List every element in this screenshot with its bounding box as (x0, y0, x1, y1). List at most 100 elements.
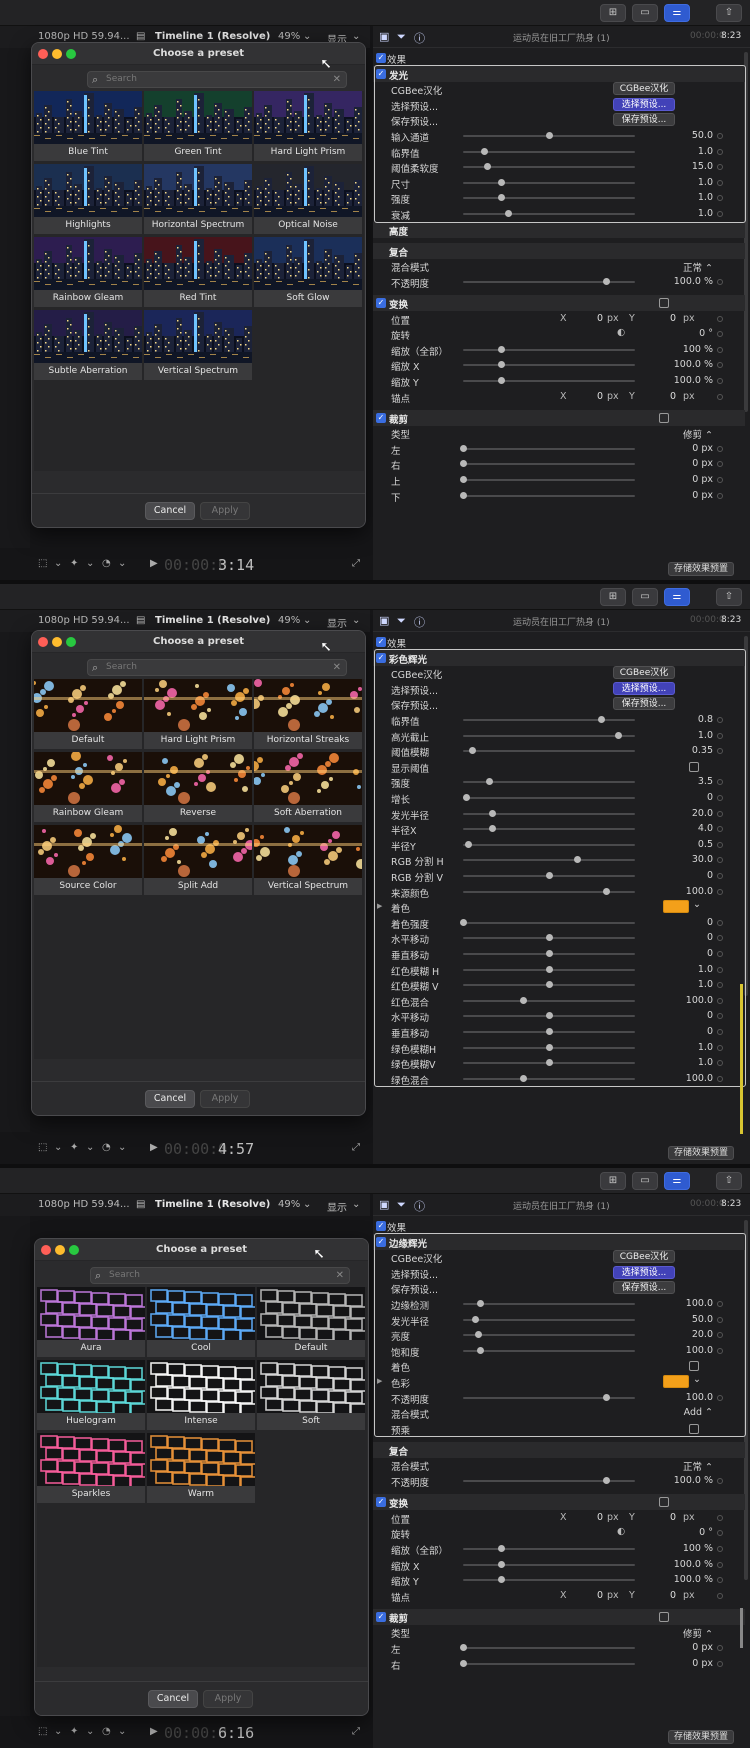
param-slider[interactable] (463, 1544, 635, 1552)
keyframe-button[interactable] (717, 1660, 723, 1667)
browser-toggle-icon[interactable]: ⊞ (600, 4, 626, 22)
close-window-button[interactable] (41, 1245, 51, 1255)
keyframe-button[interactable] (717, 1478, 723, 1485)
filter-icon[interactable]: ⏷ (397, 1198, 406, 1212)
param-slider[interactable] (460, 491, 635, 499)
filter-icon[interactable]: ⏷ (397, 30, 406, 44)
preset-tile[interactable]: Horizontal Spectrum (144, 164, 252, 234)
zoom-level[interactable]: 49% (278, 1199, 300, 1210)
param-value[interactable]: 100.0 % (674, 359, 713, 370)
enhance-menu-icon[interactable]: ⌄ (86, 558, 94, 569)
slider-knob[interactable] (497, 361, 505, 369)
y-value[interactable]: 0 (670, 391, 676, 402)
section-header[interactable]: ✓ 变换 (373, 1494, 745, 1511)
param-slider[interactable] (460, 475, 635, 483)
save-effects-preset-button[interactable]: 存储效果预置 (668, 1730, 734, 1744)
enhance-icon[interactable]: ✦ (70, 1726, 78, 1737)
close-window-button[interactable] (38, 49, 48, 59)
preset-tile[interactable]: Split Add (144, 825, 252, 895)
speed-menu-icon[interactable]: ⌄ (118, 558, 126, 569)
enhance-icon[interactable]: ✦ (70, 1142, 78, 1153)
preset-tile[interactable]: Blue Tint (34, 91, 142, 161)
param-value[interactable]: 0 px (692, 443, 713, 454)
cancel-button[interactable]: Cancel (145, 1090, 195, 1108)
enhance-menu-icon[interactable]: ⌄ (86, 1142, 94, 1153)
keyframe-button[interactable] (717, 1545, 723, 1552)
timeline-toggle-icon[interactable]: ▭ (632, 588, 658, 606)
param-value[interactable]: 0 px (692, 1658, 713, 1669)
preset-tile[interactable]: Rainbow Gleam (34, 752, 142, 822)
keyframe-button[interactable] (717, 1514, 723, 1521)
speed-menu-icon[interactable]: ⌄ (118, 1142, 126, 1153)
param-value[interactable]: 100.0 % (674, 1574, 713, 1585)
close-window-button[interactable] (38, 637, 48, 647)
save-effects-preset-button[interactable]: 存储效果预置 (668, 562, 734, 576)
param-slider[interactable] (463, 361, 635, 369)
display-menu[interactable]: 显示 (327, 1199, 347, 1214)
preset-tile[interactable]: Rainbow Gleam (34, 237, 142, 307)
x-value[interactable]: 0 (597, 1512, 603, 1523)
zoom-window-button[interactable] (69, 1245, 79, 1255)
preset-tile[interactable]: Default (257, 1287, 365, 1357)
minimize-window-button[interactable] (52, 49, 62, 59)
section-reset-icon[interactable] (659, 297, 669, 308)
apply-button[interactable]: Apply (203, 1690, 253, 1708)
preset-tile[interactable]: Aura (37, 1287, 145, 1357)
param-value[interactable]: 100.0 % (674, 1475, 713, 1486)
param-slider[interactable] (463, 376, 635, 384)
effects-checkbox[interactable]: ✓ (376, 53, 386, 63)
keyframe-button[interactable] (717, 492, 723, 499)
preset-tile[interactable]: Horizontal Streaks (254, 679, 362, 749)
inspector-toggle-icon[interactable]: ⚌ (664, 588, 690, 606)
fullscreen-icon[interactable]: ⤢ (352, 558, 360, 569)
section-header[interactable]: ✓ 变换 (373, 294, 745, 311)
display-dropdown-icon[interactable]: ⌄ (352, 31, 360, 42)
slider-knob[interactable] (602, 1477, 610, 1485)
apply-button[interactable]: Apply (200, 502, 250, 520)
preset-tile[interactable]: Hard Light Prism (254, 91, 362, 161)
x-value[interactable]: 0 (597, 313, 603, 324)
enhance-icon[interactable]: ✦ (70, 558, 78, 569)
display-dropdown-icon[interactable]: ⌄ (352, 615, 360, 626)
param-value[interactable]: 0 px (692, 490, 713, 501)
film-icon[interactable]: ▣ (379, 614, 389, 627)
param-value[interactable]: 0 px (692, 1642, 713, 1653)
zoom-window-button[interactable] (66, 637, 76, 647)
section-header[interactable]: ✓ 裁剪 (373, 409, 745, 426)
preset-tile[interactable]: Soft (257, 1360, 365, 1430)
speed-icon[interactable]: ◔ (102, 1142, 111, 1153)
keyframe-button[interactable] (717, 315, 723, 322)
save-effects-preset-button[interactable]: 存储效果预置 (668, 1146, 734, 1160)
preset-tile[interactable]: Soft Glow (254, 237, 362, 307)
zoom-level[interactable]: 49% (278, 31, 300, 42)
preset-tile[interactable]: Optical Noise (254, 164, 362, 234)
apply-button[interactable]: Apply (200, 1090, 250, 1108)
share-icon[interactable]: ⇧ (716, 4, 742, 22)
info-icon[interactable]: ⓘ (414, 614, 425, 630)
film-icon[interactable]: ▣ (379, 1198, 389, 1211)
x-value[interactable]: 0 (597, 391, 603, 402)
param-value[interactable]: 0 ° (699, 328, 713, 339)
search-input[interactable]: ⌕ Search ✕ (87, 71, 347, 88)
y-value[interactable]: 0 (670, 1590, 676, 1601)
play-icon[interactable]: ▶ (150, 1142, 158, 1153)
slider-knob[interactable] (460, 460, 467, 468)
keyframe-button[interactable] (717, 1530, 723, 1537)
x-value[interactable]: 0 (597, 1590, 603, 1601)
y-value[interactable]: 0 (670, 1512, 676, 1523)
section-reset-icon[interactable] (659, 412, 669, 423)
param-slider[interactable] (463, 1560, 635, 1568)
param-slider[interactable] (463, 345, 635, 353)
slider-knob[interactable] (460, 444, 467, 452)
slider-knob[interactable] (497, 1560, 505, 1568)
param-value[interactable]: 0 px (692, 474, 713, 485)
clear-search-icon[interactable]: ✕ (333, 660, 341, 675)
param-value[interactable]: 0 ° (699, 1527, 713, 1538)
effects-checkbox[interactable]: ✓ (376, 637, 386, 647)
preset-tile[interactable]: Huelogram (37, 1360, 145, 1430)
zoom-dropdown-icon[interactable]: ⌄ (303, 31, 311, 42)
y-value[interactable]: 0 (670, 313, 676, 324)
info-icon[interactable]: ⓘ (414, 1198, 425, 1214)
preset-tile[interactable]: Vertical Spectrum (254, 825, 362, 895)
enhance-menu-icon[interactable]: ⌄ (86, 1726, 94, 1737)
